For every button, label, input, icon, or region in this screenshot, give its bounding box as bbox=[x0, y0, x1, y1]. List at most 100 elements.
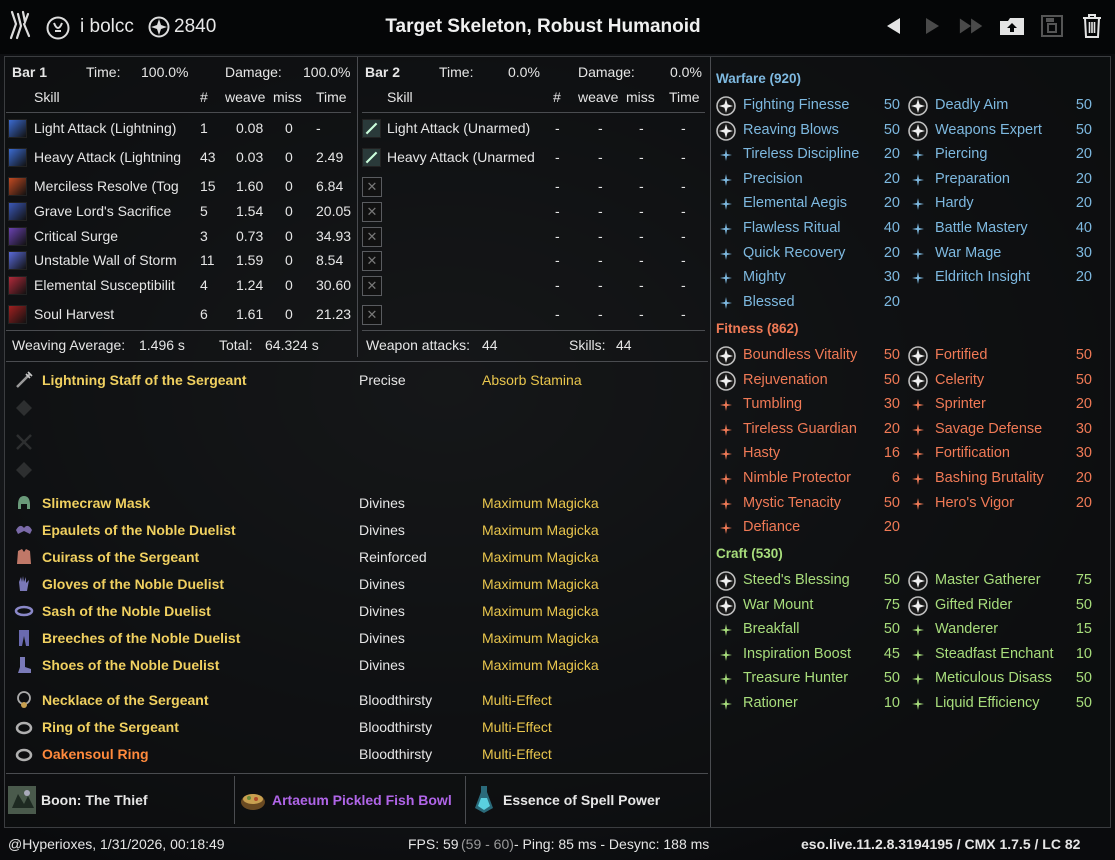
boots-icon bbox=[18, 657, 31, 673]
star-name: Hardy bbox=[935, 195, 974, 211]
star-points: 20 bbox=[883, 146, 900, 162]
star-icon bbox=[720, 399, 732, 411]
divider bbox=[234, 776, 235, 824]
skill-count: 6 bbox=[200, 306, 208, 322]
star-icon bbox=[912, 174, 924, 186]
prev-arrow-icon[interactable] bbox=[880, 12, 908, 40]
gear-trait: Divines bbox=[359, 495, 405, 511]
food-icon bbox=[241, 794, 265, 810]
last-arrow-icon[interactable] bbox=[958, 12, 986, 40]
fps-range: (59 - 60) bbox=[461, 836, 514, 852]
star-name: Reaving Blows bbox=[743, 122, 839, 138]
gear-name: Slimecraw Mask bbox=[42, 495, 151, 511]
skill-weave: - bbox=[598, 178, 603, 194]
skill-name: Grave Lord's Sacrifice bbox=[34, 203, 172, 219]
skill-count: 43 bbox=[200, 149, 216, 165]
shoulders-icon bbox=[16, 525, 32, 534]
star-name: Nimble Protector bbox=[743, 470, 851, 486]
bar1-col-count: # bbox=[200, 89, 208, 105]
bar2-damage-value: 0.0% bbox=[670, 64, 702, 80]
gear-name: Cuirass of the Sergeant bbox=[42, 549, 200, 565]
empty-slot-icon: ✕ bbox=[362, 305, 382, 325]
star-name: Eldritch Insight bbox=[935, 269, 1031, 285]
skill-time: 20.05 bbox=[316, 203, 352, 219]
skill-count: - bbox=[555, 277, 560, 293]
skill-time: 8.54 bbox=[316, 252, 344, 268]
skill-weave: 1.24 bbox=[236, 277, 264, 293]
fitness-title: Fitness (862) bbox=[716, 321, 799, 336]
skill-count: - bbox=[555, 120, 560, 136]
star-points: 50 bbox=[883, 372, 900, 388]
gear-name: Gloves of the Noble Duelist bbox=[42, 576, 225, 592]
skill-count: - bbox=[555, 228, 560, 244]
star-points: 20 bbox=[1075, 396, 1092, 412]
slotted-star-icon bbox=[716, 596, 736, 616]
skill-time: 2.49 bbox=[316, 149, 344, 165]
star-name: Savage Defense bbox=[935, 421, 1043, 437]
ring-icon bbox=[15, 721, 33, 735]
next-arrow-icon[interactable] bbox=[918, 12, 946, 40]
upload-icon[interactable] bbox=[998, 12, 1026, 40]
empty-slot-icon: ✕ bbox=[362, 202, 382, 222]
skills-label: Skills: bbox=[569, 337, 606, 353]
star-name: Treasure Hunter bbox=[743, 670, 849, 686]
star-name: Wanderer bbox=[935, 621, 999, 637]
star-points: 50 bbox=[1075, 597, 1092, 613]
skill-miss: - bbox=[639, 120, 644, 136]
star-name: Steed's Blessing bbox=[743, 572, 850, 588]
weapon-name: Lightning Staff of the Sergeant bbox=[42, 372, 247, 388]
empty-backbar-weapon-icon bbox=[16, 434, 32, 450]
star-points: 50 bbox=[1075, 695, 1092, 711]
star-icon bbox=[720, 498, 732, 510]
gear-name: Sash of the Noble Duelist bbox=[42, 603, 211, 619]
skill-miss: - bbox=[639, 203, 644, 219]
star-icon bbox=[912, 198, 924, 210]
star-points: 20 bbox=[883, 195, 900, 211]
star-name: Quick Recovery bbox=[743, 245, 846, 261]
star-points: 10 bbox=[1075, 646, 1092, 662]
star-points: 30 bbox=[1075, 245, 1092, 261]
divider bbox=[362, 112, 705, 113]
weaving-label: Weaving Average: bbox=[12, 337, 126, 353]
star-points: 50 bbox=[883, 621, 900, 637]
weaving-value: 1.496 s bbox=[139, 337, 185, 353]
star-points: 50 bbox=[1075, 347, 1092, 363]
skill-miss: 0 bbox=[285, 228, 293, 244]
star-name: Piercing bbox=[935, 146, 988, 162]
star-icon bbox=[720, 248, 732, 260]
save-icon[interactable] bbox=[1038, 12, 1066, 40]
gear-trait: Bloodthirsty bbox=[359, 719, 433, 735]
star-points: 20 bbox=[1075, 146, 1092, 162]
star-points: 30 bbox=[883, 396, 900, 412]
skill-icon bbox=[8, 148, 27, 167]
empty-slot-icon: ✕ bbox=[362, 251, 382, 271]
skill-icon bbox=[8, 251, 27, 270]
skill-name: Light Attack (Unarmed) bbox=[387, 120, 531, 136]
bar1-damage-label: Damage: bbox=[225, 64, 282, 80]
gear-enchant: Multi-Effect bbox=[482, 692, 552, 708]
star-points: 6 bbox=[891, 470, 900, 486]
skill-miss: 0 bbox=[285, 306, 293, 322]
trash-icon[interactable] bbox=[1078, 12, 1106, 40]
star-icon bbox=[720, 673, 732, 685]
skill-name: Heavy Attack (Unarmed bbox=[387, 149, 535, 165]
skill-time: 6.84 bbox=[316, 178, 344, 194]
skill-miss: 0 bbox=[285, 178, 293, 194]
helmet-icon bbox=[18, 496, 30, 509]
star-points: 50 bbox=[883, 122, 900, 138]
star-points: 50 bbox=[883, 495, 900, 511]
skill-name: Heavy Attack (Lightning bbox=[34, 149, 182, 165]
slotted-star-icon bbox=[716, 346, 736, 366]
skill-miss: - bbox=[639, 228, 644, 244]
warfare-title: Warfare (920) bbox=[716, 71, 802, 86]
bar1-label: Bar 1 bbox=[12, 64, 48, 80]
star-icon bbox=[912, 149, 924, 161]
star-points: 50 bbox=[1075, 372, 1092, 388]
slotted-star-icon bbox=[716, 121, 736, 141]
star-points: 30 bbox=[1075, 421, 1092, 437]
divider bbox=[362, 330, 705, 331]
gear-enchant: Maximum Magicka bbox=[482, 630, 599, 646]
gear-enchant: Multi-Effect bbox=[482, 746, 552, 762]
skill-icon bbox=[8, 119, 27, 138]
star-name: Preparation bbox=[935, 171, 1010, 187]
